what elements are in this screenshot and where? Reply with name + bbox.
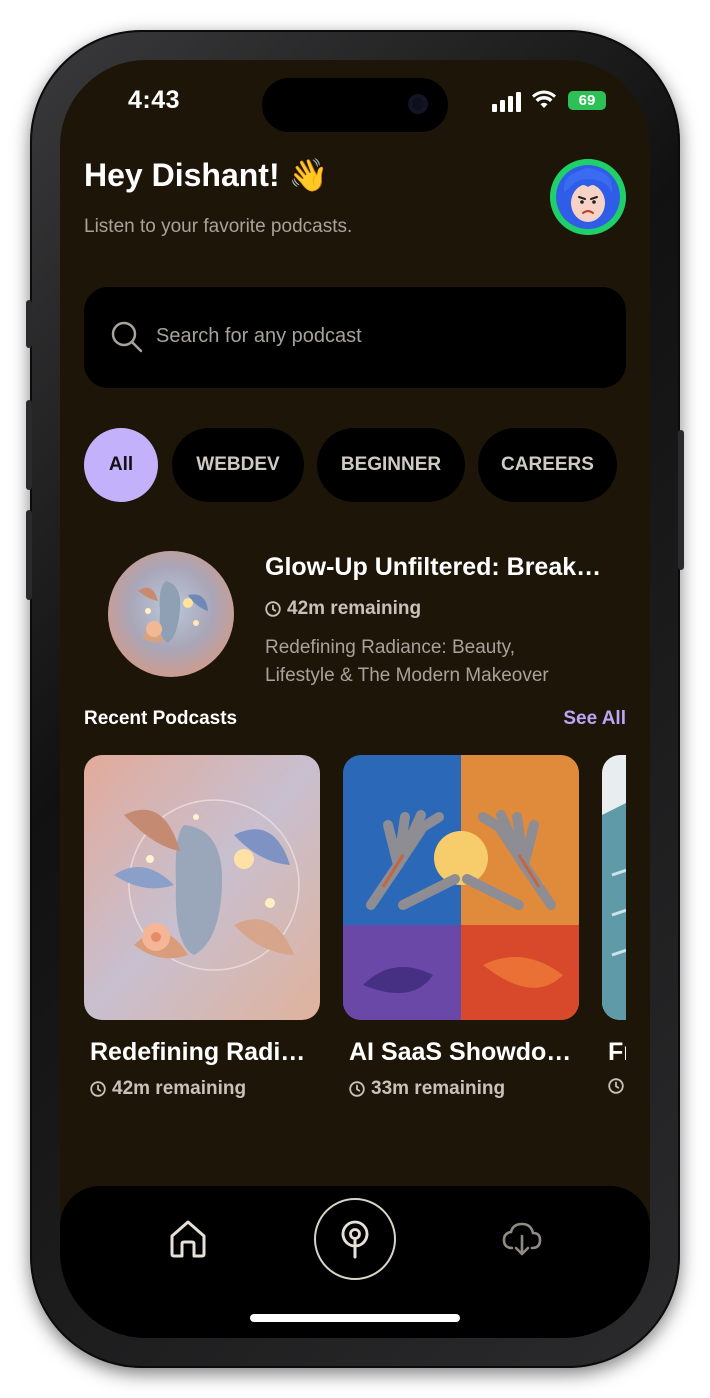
greeting-title: Hey Dishant! 👋 (84, 157, 329, 193)
clock-icon (349, 1081, 365, 1097)
greeting-subtitle: Listen to your favorite podcasts. (84, 216, 353, 237)
avatar[interactable] (550, 159, 626, 235)
action-button (26, 300, 32, 348)
podcast-card-cover (84, 755, 320, 1020)
podcast-card-remaining: 33m remaining (371, 1078, 506, 1099)
clock-icon (90, 1081, 106, 1097)
status-time: 4:43 (128, 86, 181, 114)
bottom-tab-bar (60, 1186, 650, 1338)
now-playing-cover[interactable] (108, 551, 234, 677)
now-playing-description: Redefining Radiance: Beauty, Lifestyle &… (265, 637, 549, 686)
search-icon (111, 321, 143, 353)
podcast-card-meta (602, 1078, 626, 1094)
podcast-card-remaining: 42m remaining (112, 1078, 247, 1099)
podcast-card-title: From Your Desk (608, 1038, 626, 1066)
podcast-card-partial[interactable]: From Your Desk (602, 755, 626, 1155)
now-playing-title[interactable]: Glow-Up Unfiltered: Breaking Beauty (265, 553, 605, 582)
search-bar[interactable]: Search for any podcast (84, 287, 626, 388)
podcast-card-title: AI SaaS Showdown: An Overview (349, 1038, 575, 1066)
category-chip-all[interactable]: All (84, 428, 158, 502)
avatar-face-icon (550, 159, 626, 235)
home-icon[interactable] (166, 1216, 210, 1260)
podcast-card-cover (343, 755, 579, 1020)
now-playing-remaining: 42m remaining (287, 598, 422, 619)
podcast-card-title: Redefining Radiance: Beauty, Lifestyle (90, 1038, 316, 1066)
volume-down-button (26, 510, 32, 600)
clock-icon (265, 601, 281, 617)
podcast-icon (341, 1220, 369, 1259)
podcast-card-meta: 42m remaining (84, 1078, 320, 1100)
category-chip-webdev[interactable]: WEBDEV (172, 428, 304, 502)
front-camera (408, 94, 428, 114)
podcast-card-cover (602, 755, 626, 1020)
battery-indicator: 69 (568, 91, 606, 110)
cloud-download-icon[interactable] (500, 1216, 544, 1260)
podcast-card-meta: 33m remaining (343, 1078, 579, 1100)
podcast-tab-button[interactable] (314, 1198, 396, 1280)
volume-up-button (26, 400, 32, 490)
app-screen: 4:43 69 Hey Dishant! 👋 Listen to your fa… (60, 60, 650, 1338)
recent-podcasts-heading: Recent Podcasts (84, 708, 238, 729)
home-indicator (250, 1314, 460, 1322)
podcast-card[interactable]: AI SaaS Showdown: An Overview 33m remain… (343, 755, 579, 1100)
category-chip-beginner[interactable]: BEGINNER (317, 428, 465, 502)
now-playing-meta: 42m remaining (265, 598, 421, 620)
podcast-card[interactable]: Redefining Radiance: Beauty, Lifestyle 4… (84, 755, 320, 1100)
signal-icon (492, 92, 521, 112)
power-button (678, 430, 684, 570)
see-all-link[interactable]: See All (546, 708, 626, 730)
clock-icon (608, 1078, 624, 1094)
category-chip-careers[interactable]: CAREERS (478, 428, 617, 502)
search-input[interactable]: Search for any podcast (156, 325, 362, 348)
wifi-icon (532, 90, 556, 108)
